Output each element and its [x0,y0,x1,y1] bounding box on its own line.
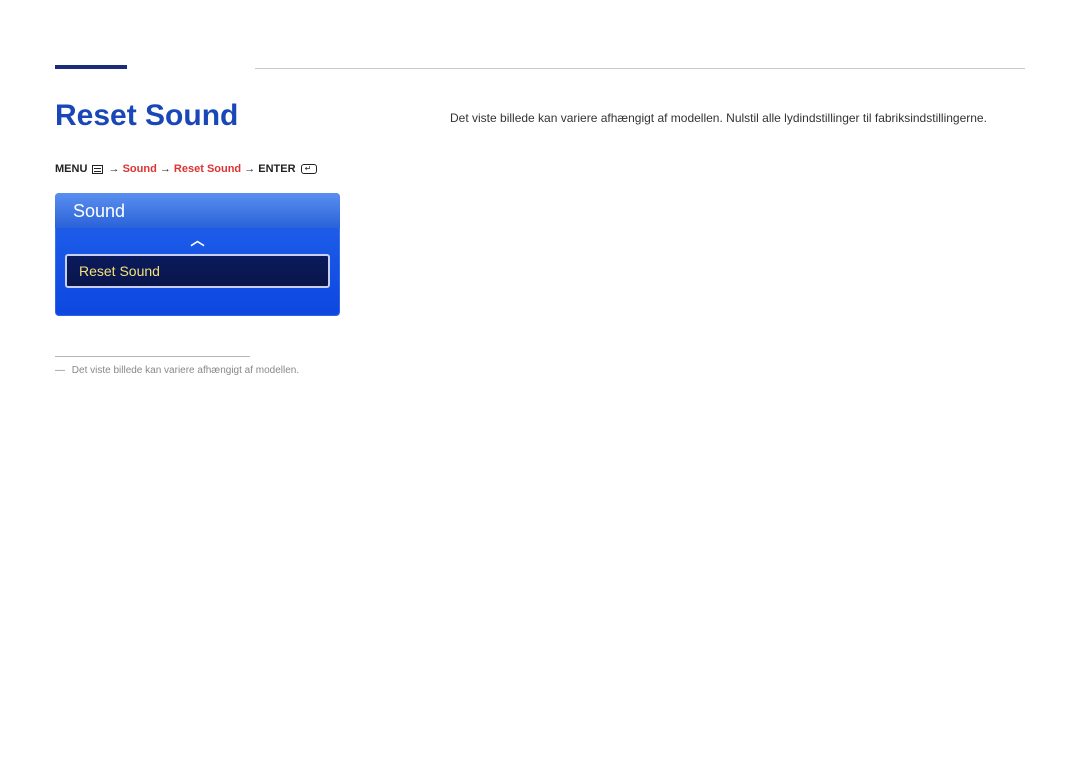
breadcrumb-reset-sound: Reset Sound [174,163,241,175]
breadcrumb-sound: Sound [123,163,157,175]
breadcrumb-arrow-1: → [109,163,120,175]
top-divider [255,68,1025,69]
chevron-up-icon: ︿ [191,232,205,248]
footnote-dash: ― [55,365,65,376]
footnote: ― Det viste billede kan variere afhængig… [55,365,395,376]
breadcrumb: MENU → Sound → Reset Sound → ENTER [55,163,395,175]
body-text: Det viste billede kan variere afhængigt … [450,109,1025,127]
osd-header: Sound [55,193,340,228]
breadcrumb-arrow-3: → [244,163,255,175]
page-title: Reset Sound [55,99,395,133]
footnote-text: Det viste billede kan variere afhængigt … [72,365,299,376]
breadcrumb-menu-label: MENU [55,163,87,175]
footnote-divider [55,356,250,357]
osd-item-reset-sound[interactable]: Reset Sound [65,254,330,288]
enter-icon [301,164,317,174]
menu-icon [92,165,103,174]
osd-panel: Sound ︿ Reset Sound [55,193,340,316]
osd-scroll-up[interactable]: ︿ [55,228,340,254]
breadcrumb-arrow-2: → [160,163,171,175]
breadcrumb-enter-label: ENTER [258,163,295,175]
